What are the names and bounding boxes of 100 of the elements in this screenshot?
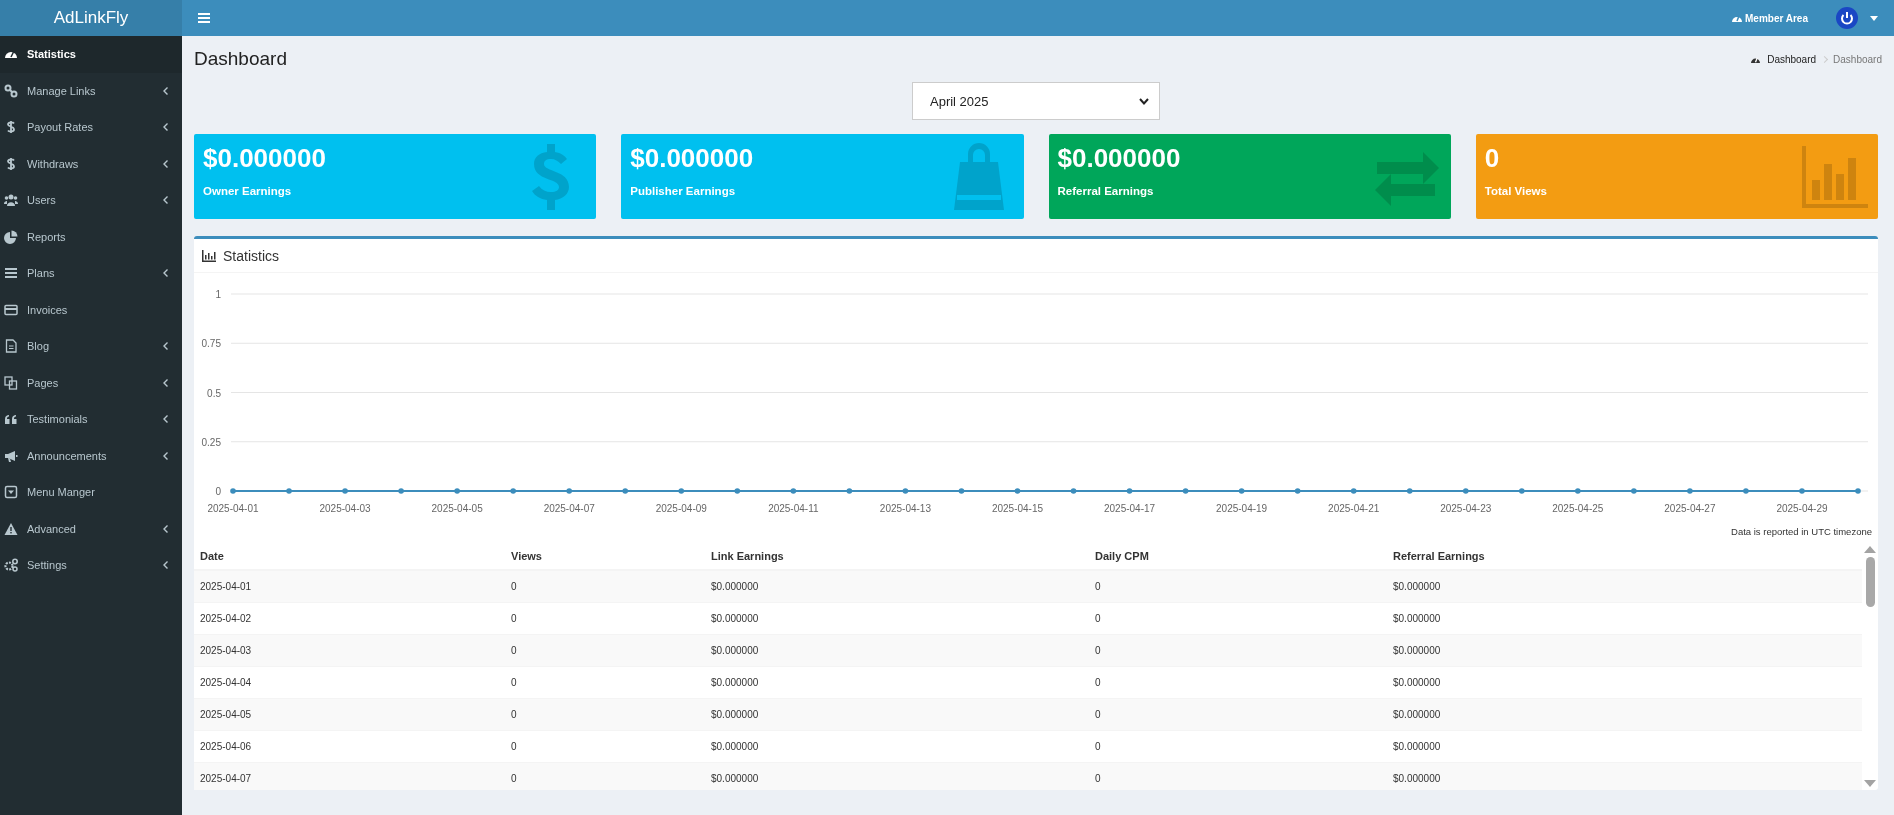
column-header: Views [511,550,543,562]
sidebar-item[interactable]: Settings [0,547,182,584]
table-cell-text: 0 [1095,741,1102,752]
x-tick-label: 2025-04-05 [431,503,483,514]
table-cell-text: 0 [511,677,518,688]
bullhorn-icon [4,448,18,463]
page-title: Dashboard [194,48,287,70]
data-point [1182,488,1189,494]
link-icon [4,83,18,98]
sidebar-item[interactable]: Testimonials [0,401,182,438]
data-point [1855,488,1861,494]
table-cell-text: 0 [511,741,518,752]
table-cell-text: $0.000000 [1393,677,1442,688]
chevron-icon [163,342,168,351]
caretbox-icon [4,485,18,500]
logo[interactable]: AdLinkFly [0,0,182,36]
x-tick-label: 2025-04-01 [207,503,259,514]
users-icon [4,193,18,208]
copy-icon [4,375,18,390]
data-point [622,488,629,494]
cogs-icon [4,558,18,573]
data-point [1799,488,1805,494]
breadcrumb-link[interactable]: Dashboard [1767,53,1817,65]
table-cell-text: 0 [511,645,518,656]
sidebar-item[interactable]: Blog [0,328,182,365]
table-cell-text: 2025-04-02 [200,613,253,624]
data-point [286,488,292,494]
data-point [1519,488,1525,494]
table-cell-text: $0.000000 [1393,613,1442,624]
table-cell-text: 0 [511,613,518,624]
sidebar-item[interactable]: Statistics [0,36,182,73]
sidebar-item[interactable]: Announcements [0,437,182,474]
scrollbar-thumb[interactable] [1865,557,1875,607]
month-select[interactable]: April 2025 [912,82,1160,120]
y-tick-label: 0.5 [207,387,221,399]
table-cell-text: $0.000000 [1393,581,1442,592]
table-cell-text: 2025-04-01 [200,581,253,592]
sidebar-item[interactable]: Users [0,182,182,219]
table-cell-text: 0 [1095,613,1102,624]
warning-icon [4,521,18,536]
table-cell-text: 2025-04-06 [200,741,253,752]
stat-label: Referral Earnings [1057,184,1154,197]
table-cell-text: 0 [511,581,518,592]
sidebar-item[interactable]: Withdraws [0,145,182,182]
data-point [1350,488,1357,494]
sidebar-item[interactable]: Pages [0,364,182,401]
caret-icon[interactable] [1870,15,1878,21]
sidebar-item[interactable]: Advanced [0,510,182,547]
data-point [454,488,460,494]
sidebar-item[interactable]: Manage Links [0,72,182,109]
x-tick-label: 2025-04-11 [768,503,819,514]
column-header: Daily CPM [1095,550,1150,562]
scroll-down-icon[interactable] [1864,780,1876,788]
table-cell-text: 2025-04-05 [200,709,253,720]
file-icon [4,339,18,354]
data-point [1014,488,1021,494]
data-point [342,488,348,494]
data-point [398,488,404,494]
data-point [1631,488,1637,494]
sidebar-item[interactable]: Payout Rates [0,109,182,146]
table-cell-text: $0.000000 [1393,741,1442,752]
data-point [958,488,965,494]
x-tick-label: 2025-04-09 [655,503,707,514]
dollar-icon [4,156,18,171]
pie-icon [4,229,18,244]
power-avatar-icon[interactable] [1836,7,1858,29]
table-cell-text: 2025-04-04 [200,677,253,688]
stat-value: $0.000000 [1057,144,1181,173]
scroll-up-icon[interactable] [1864,545,1876,553]
y-tick-label: 0.75 [201,338,221,350]
sidebar-item[interactable]: Reports [0,218,182,255]
sidebar-item[interactable]: Menu Manger [0,474,182,511]
data-point [1126,488,1133,494]
table-cell-text: $0.000000 [711,773,760,784]
stat-value: $0.000000 [630,144,754,173]
timezone-note: Data is reported in UTC timezone [1730,525,1873,539]
x-tick-label: 2025-04-21 [1328,503,1380,514]
data-point [1406,488,1413,494]
table-cell-text: 0 [1095,677,1102,688]
x-tick-label: 2025-04-25 [1552,503,1604,514]
table-cell-text: $0.000000 [711,645,760,656]
member-area-link[interactable]: Member Area [1731,12,1808,24]
stat-label: Total Views [1484,184,1547,197]
table-cell-text: 0 [1095,581,1102,592]
sidebar-item[interactable]: Plans [0,255,182,292]
sidebar-item[interactable]: Invoices [0,291,182,328]
data-point [902,488,909,494]
menu-icon[interactable] [198,13,210,23]
chevron-icon [163,378,168,387]
bars-icon [4,266,18,281]
chevron-icon [163,561,168,570]
x-tick-label: 2025-04-13 [879,503,931,514]
data-point [510,488,516,494]
breadcrumb-current: Dashboard [1833,53,1882,65]
table-cell-text: 0 [1095,645,1102,656]
data-point [1070,488,1077,494]
stat-value: 0 [1484,144,1500,173]
data-point [846,488,853,494]
table-cell-text: 0 [511,773,518,784]
chevron-icon [163,159,168,168]
